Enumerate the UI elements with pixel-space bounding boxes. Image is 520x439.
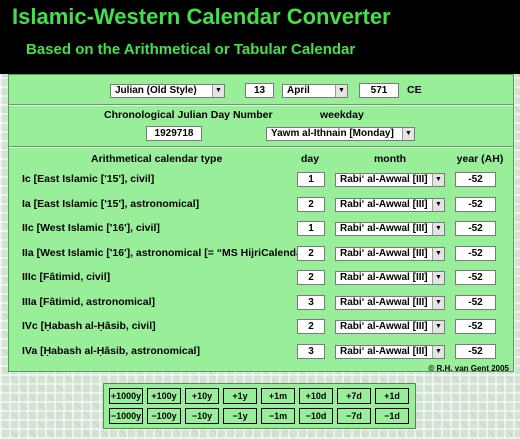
backward-step-button[interactable]: −10y [185, 408, 219, 424]
hijri-month-value: Rabi‘ al-Awwal [III] [340, 296, 428, 308]
chevron-down-icon[interactable]: ▼ [432, 247, 444, 260]
forward-step-button[interactable]: +100y [147, 388, 181, 404]
weekday-value: Yawm al-Ithnain [Monday] [271, 128, 394, 139]
western-day-input[interactable]: 13 [245, 83, 274, 98]
calendar-type-label: Ic [East Islamic ['15'], civil] [22, 173, 155, 185]
app-title: Islamic-Western Calendar Converter [12, 4, 391, 29]
converter-panel: Julian (Old Style) ▼ 13 April ▼ 571 CE C… [8, 74, 514, 373]
backward-step-button[interactable]: −10d [299, 408, 333, 424]
hijri-month-select[interactable]: Rabi‘ al-Awwal [III] ▼ [335, 173, 445, 187]
calendar-type-label: IIa [West Islamic ['16'], astronomical [… [22, 246, 319, 259]
backward-step-button[interactable]: −1m [261, 408, 295, 424]
calendar-type-label: IIc [West Islamic ['16'], civil] [22, 222, 160, 234]
hijri-year-input[interactable]: -52 [455, 270, 496, 285]
chevron-down-icon[interactable]: ▼ [432, 296, 444, 309]
divider [9, 105, 513, 106]
western-month-select[interactable]: April ▼ [282, 84, 348, 98]
chevron-down-icon[interactable]: ▼ [432, 345, 444, 358]
hijri-month-select[interactable]: Rabi‘ al-Awwal [III] ▼ [335, 295, 445, 310]
hijri-month-value: Rabi‘ al-Awwal [III] [340, 272, 428, 283]
chevron-down-icon[interactable]: ▼ [335, 85, 347, 97]
forward-step-button[interactable]: +10d [299, 388, 333, 404]
hijri-day-input[interactable]: 3 [297, 343, 325, 359]
western-year-input[interactable]: 571 [359, 83, 399, 98]
calendar-select-value: Julian (Old Style) [115, 85, 197, 96]
divider [9, 147, 513, 148]
hijri-year-input[interactable]: -52 [455, 196, 496, 212]
hijri-month-select[interactable]: Rabi‘ al-Awwal [III] ▼ [335, 320, 445, 334]
hijri-year-input[interactable]: -52 [455, 294, 496, 310]
step-button-bar: +1000y +100y +10y +1y +1m +10d +7d +1d −1000y −1… [103, 383, 416, 429]
hijri-month-value: Rabi‘ al-Awwal [III] [340, 174, 428, 185]
hijri-year-input[interactable]: -52 [455, 172, 496, 187]
app-subtitle: Based on the Arithmetical or Tabular Cal… [26, 41, 356, 58]
type-column-header: Arithmetical calendar type [91, 153, 223, 165]
chevron-down-icon[interactable]: ▼ [432, 198, 444, 211]
weekday-select[interactable]: Yawm al-Ithnain [Monday] ▼ [266, 127, 415, 141]
forward-step-button[interactable]: +7d [337, 388, 371, 404]
calendar-type-label: IIIc [Fâtimid, civil] [22, 271, 111, 283]
hijri-month-value: Rabi‘ al-Awwal [III] [340, 321, 428, 332]
chevron-down-icon[interactable]: ▼ [432, 174, 444, 186]
hijri-month-select[interactable]: Rabi‘ al-Awwal [III] ▼ [335, 246, 445, 261]
backward-step-button[interactable]: −7d [337, 408, 371, 424]
copyright-notice: © R.H. van Gent 2005 [428, 364, 509, 373]
jdn-label: Chronological Julian Day Number [104, 109, 273, 121]
hijri-year-input[interactable]: -52 [455, 245, 496, 261]
hijri-month-value: Rabi‘ al-Awwal [III] [340, 345, 428, 357]
forward-step-button[interactable]: +10y [185, 388, 219, 404]
hijri-day-input[interactable]: 1 [297, 172, 325, 187]
chevron-down-icon[interactable]: ▼ [432, 321, 444, 333]
hijri-year-input[interactable]: -52 [455, 343, 496, 359]
hijri-year-input[interactable]: -52 [455, 221, 496, 236]
forward-step-button[interactable]: +1000y [109, 388, 143, 404]
calendar-type-label: IVc [Ḥabash al-Ḥâsib, civil] [22, 320, 156, 332]
backward-step-button[interactable]: −1000y [109, 408, 143, 424]
calendar-select[interactable]: Julian (Old Style) ▼ [110, 84, 225, 98]
hijri-day-input[interactable]: 3 [297, 294, 325, 310]
day-column-header: day [300, 153, 320, 165]
hijri-month-value: Rabi‘ al-Awwal [III] [340, 223, 428, 234]
app-header: Islamic-Western Calendar Converter Based… [0, 0, 520, 74]
chevron-down-icon[interactable]: ▼ [432, 272, 444, 284]
hijri-day-input[interactable]: 2 [297, 245, 325, 261]
hijri-month-value: Rabi‘ al-Awwal [III] [340, 198, 428, 210]
backward-step-button[interactable]: −1d [375, 408, 409, 424]
hijri-day-input[interactable]: 2 [297, 319, 325, 334]
calendar-type-label: IIIa [Fâtimid, astronomical] [22, 295, 156, 308]
hijri-day-input[interactable]: 2 [297, 270, 325, 285]
era-label: CE [407, 84, 422, 96]
year-column-header: year (AH) [456, 153, 504, 165]
hijri-year-input[interactable]: -52 [455, 319, 496, 334]
hijri-month-value: Rabi‘ al-Awwal [III] [340, 247, 428, 259]
forward-step-button[interactable]: +1d [375, 388, 409, 404]
weekday-label: weekday [320, 109, 364, 121]
hijri-day-input[interactable]: 2 [297, 196, 325, 212]
forward-step-button[interactable]: +1y [223, 388, 257, 404]
hijri-month-select[interactable]: Rabi‘ al-Awwal [III] ▼ [335, 197, 445, 212]
backward-step-button[interactable]: −1y [223, 408, 257, 424]
western-month-value: April [287, 85, 310, 96]
jdn-input[interactable]: 1929718 [146, 126, 202, 141]
hijri-month-select[interactable]: Rabi‘ al-Awwal [III] ▼ [335, 271, 445, 285]
hijri-month-select[interactable]: Rabi‘ al-Awwal [III] ▼ [335, 222, 445, 236]
calendar-type-label: Ia [East Islamic ['15'], astronomical] [22, 197, 200, 210]
chevron-down-icon[interactable]: ▼ [432, 223, 444, 235]
chevron-down-icon[interactable]: ▼ [212, 85, 224, 97]
month-column-header: month [373, 153, 407, 165]
chevron-down-icon[interactable]: ▼ [402, 128, 414, 140]
backward-step-button[interactable]: −100y [147, 408, 181, 424]
forward-step-button[interactable]: +1m [261, 388, 295, 404]
hijri-day-input[interactable]: 1 [297, 221, 325, 236]
calendar-type-label: IVa [Ḥabash al-Ḥâsib, astronomical] [22, 344, 200, 357]
hijri-month-select[interactable]: Rabi‘ al-Awwal [III] ▼ [335, 344, 445, 359]
